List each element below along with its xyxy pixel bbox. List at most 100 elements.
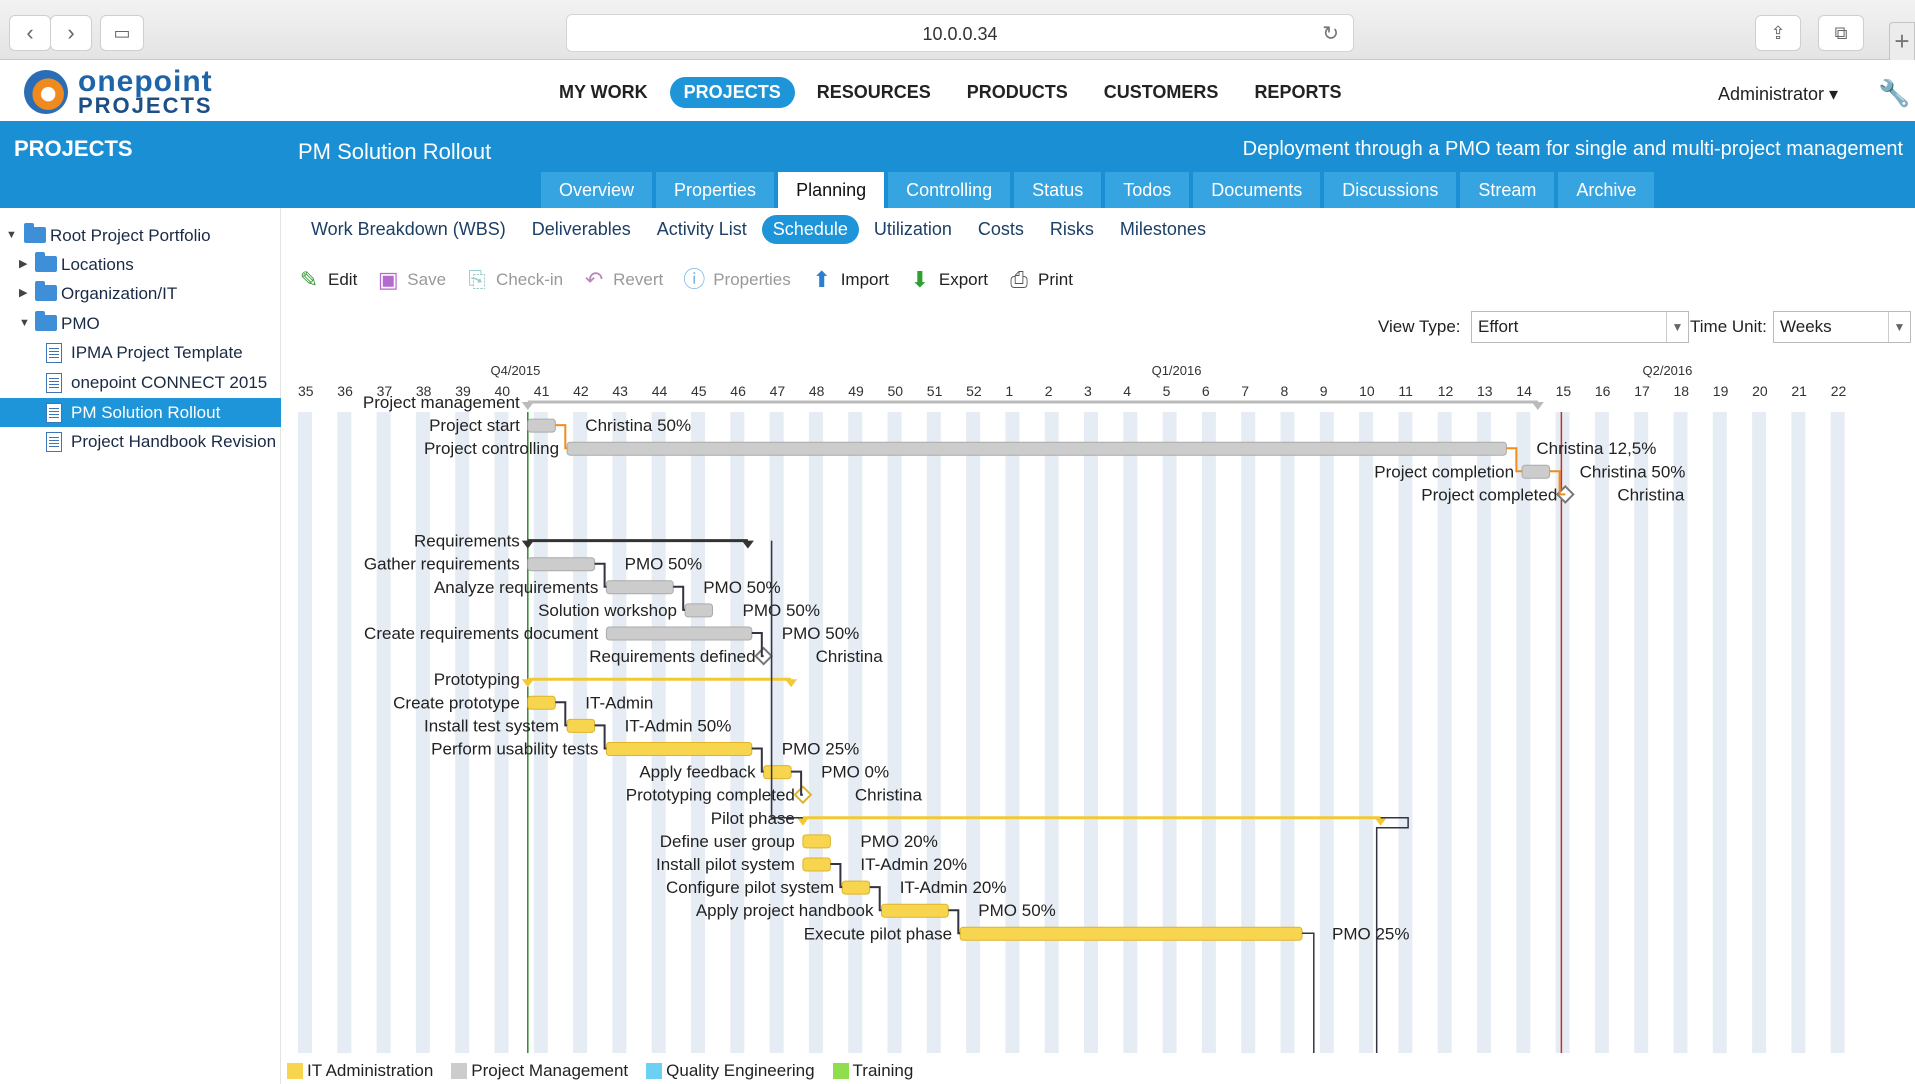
subtab-costs[interactable]: Costs	[967, 215, 1035, 244]
week-stripe	[1634, 412, 1649, 1053]
import-button[interactable]: ⬆ Import	[809, 264, 888, 296]
print-label: Print	[1038, 270, 1073, 289]
task-name: Apply feedback	[639, 763, 756, 782]
week-tick-label: 12	[1438, 383, 1454, 399]
tree-item-ipma-project-template[interactable]: IPMA Project Template	[0, 338, 281, 367]
tab-archive[interactable]: Archive	[1558, 172, 1655, 208]
week-tick-label: 51	[927, 383, 943, 399]
check-in-button[interactable]: ⎘ Check-in	[464, 264, 563, 296]
url-bar[interactable]: 10.0.0.34 ↻	[566, 14, 1354, 52]
tree-item-onepoint-connect-2015[interactable]: onepoint CONNECT 2015	[0, 368, 281, 397]
gantt-chart[interactable]: 35 36 37 38 39 40 41 42 43 44 45 46 47 48 49 50 51 52 1 2 3 4…	[284, 360, 1910, 1053]
week-stripe	[808, 412, 823, 1053]
portfolio-folder-icon	[35, 252, 57, 272]
chevron-down-icon[interactable]: ▼	[1666, 312, 1688, 342]
main-nav: MY WORK PROJECTS RESOURCES PRODUCTS CUST…	[545, 77, 1355, 108]
save-button[interactable]: ▣ Save	[375, 264, 446, 296]
chevron-down-icon[interactable]: ▼	[1888, 312, 1910, 342]
tree-item-label: Root Project Portfolio	[50, 226, 211, 245]
task-resource-label: PMO 50%	[782, 624, 859, 643]
logo[interactable]: onepoint PROJECTS	[24, 65, 244, 118]
task-name: Project completed	[1421, 485, 1557, 504]
revert-button[interactable]: ↶ Revert	[581, 264, 663, 296]
subtab-schedule[interactable]: Schedule	[761, 215, 859, 244]
subtab-work-breakdown[interactable]: Work Breakdown (WBS)	[300, 215, 517, 244]
caret-right-icon[interactable]: ▶	[19, 279, 31, 308]
tab-discussions[interactable]: Discussions	[1324, 172, 1457, 208]
tab-todos[interactable]: Todos	[1105, 172, 1190, 208]
task-bar	[566, 718, 596, 733]
nav-projects[interactable]: PROJECTS	[669, 77, 795, 108]
view-type-value: Effort	[1478, 317, 1519, 336]
new-tab-icon[interactable]: +	[1889, 22, 1915, 60]
user-menu[interactable]: Administrator ▾	[1718, 84, 1838, 105]
task-name: Configure pilot system	[666, 878, 834, 897]
tab-overview[interactable]: Overview	[541, 172, 653, 208]
reload-icon[interactable]: ↻	[1322, 15, 1339, 53]
nav-products[interactable]: PRODUCTS	[953, 77, 1082, 108]
week-tick-label: 42	[573, 383, 589, 399]
view-type-select[interactable]: Effort ▼	[1471, 311, 1689, 343]
subtab-activity-list[interactable]: Activity List	[646, 215, 758, 244]
week-tick-label: 18	[1674, 383, 1690, 399]
week-tick-label: 4	[1123, 383, 1131, 399]
legend-item: Quality Engineering	[646, 1061, 815, 1081]
subtab-risks[interactable]: Risks	[1039, 215, 1105, 244]
nav-customers[interactable]: CUSTOMERS	[1090, 77, 1233, 108]
tree-item-pmo[interactable]: ▼ PMO	[0, 309, 281, 338]
week-stripe	[1319, 412, 1334, 1053]
legend-item: IT Administration	[287, 1061, 433, 1081]
week-tick-label: 5	[1163, 383, 1171, 399]
tab-properties[interactable]: Properties	[656, 172, 775, 208]
task-bar	[605, 742, 753, 756]
toolbar: ✎ Edit ▣ Save ⎘ Check-in ↶ Revert ⓘ Prop…	[296, 264, 1073, 296]
tab-status[interactable]: Status	[1014, 172, 1102, 208]
gantt-canvas[interactable]: 35 36 37 38 39 40 41 42 43 44 45 46 47 48 49 50 51 52 1 2 3 4…	[284, 360, 1910, 1053]
week-tick-label: 45	[691, 383, 707, 399]
task-bar	[881, 903, 949, 918]
caret-right-icon[interactable]: ▶	[19, 250, 31, 279]
share-icon[interactable]: ⇪	[1755, 15, 1801, 51]
properties-button[interactable]: ⓘ Properties	[681, 264, 791, 296]
tabs-icon[interactable]: ⧉	[1818, 15, 1864, 51]
task-bar	[527, 557, 596, 572]
export-button[interactable]: ⬇ Export	[907, 264, 988, 296]
wrench-icon[interactable]: 🔧	[1878, 78, 1910, 109]
subtab-milestones[interactable]: Milestones	[1109, 215, 1217, 244]
tab-documents[interactable]: Documents	[1193, 172, 1321, 208]
subtab-utilization[interactable]: Utilization	[863, 215, 963, 244]
week-stripe	[1005, 412, 1020, 1053]
back-icon[interactable]: ‹	[9, 15, 51, 51]
task-bar	[684, 603, 714, 618]
task-name: Create prototype	[393, 693, 520, 712]
check-in-icon: ⎘	[468, 267, 486, 292]
tree-item-pm-solution-rollout[interactable]: PM Solution Rollout	[0, 398, 281, 427]
tab-stream[interactable]: Stream	[1460, 172, 1555, 208]
print-button[interactable]: ⎙ Print	[1006, 264, 1073, 296]
nav-resources[interactable]: RESOURCES	[803, 77, 945, 108]
nav-reports[interactable]: REPORTS	[1240, 77, 1355, 108]
quarter-label: Q2/2016	[1643, 363, 1693, 378]
task-bar	[1521, 464, 1551, 479]
task-resource-label: IT-Admin	[585, 693, 653, 712]
tree-item-organization-it[interactable]: ▶ Organization/IT	[0, 279, 281, 308]
quarter-label: Q1/2016	[1152, 363, 1202, 378]
subtab-deliverables[interactable]: Deliverables	[521, 215, 642, 244]
tree-item-locations[interactable]: ▶ Locations	[0, 250, 281, 279]
caret-down-icon[interactable]: ▼	[19, 309, 31, 338]
tree-item-root-project-portfolio[interactable]: ▼ Root Project Portfolio	[0, 221, 281, 250]
sidebar-icon[interactable]: ▭	[100, 15, 144, 51]
tree-item-project-handbook-revision[interactable]: Project Handbook Revision	[0, 427, 281, 456]
project-header: PM Solution Rollout Deployment through a…	[281, 121, 1915, 208]
tab-planning[interactable]: Planning	[778, 172, 885, 208]
caret-down-icon[interactable]: ▼	[6, 221, 18, 250]
forward-icon[interactable]: ›	[50, 15, 92, 51]
info-icon: ⓘ	[683, 267, 706, 292]
tab-controlling[interactable]: Controlling	[888, 172, 1011, 208]
task-bar	[959, 926, 1303, 941]
legend-item: Project Management	[451, 1061, 628, 1081]
edit-button[interactable]: ✎ Edit	[296, 264, 358, 296]
nav-my-work[interactable]: MY WORK	[545, 77, 662, 108]
legend: IT Administration Project Management Qua…	[287, 1061, 913, 1081]
time-unit-select[interactable]: Weeks ▼	[1773, 311, 1911, 343]
